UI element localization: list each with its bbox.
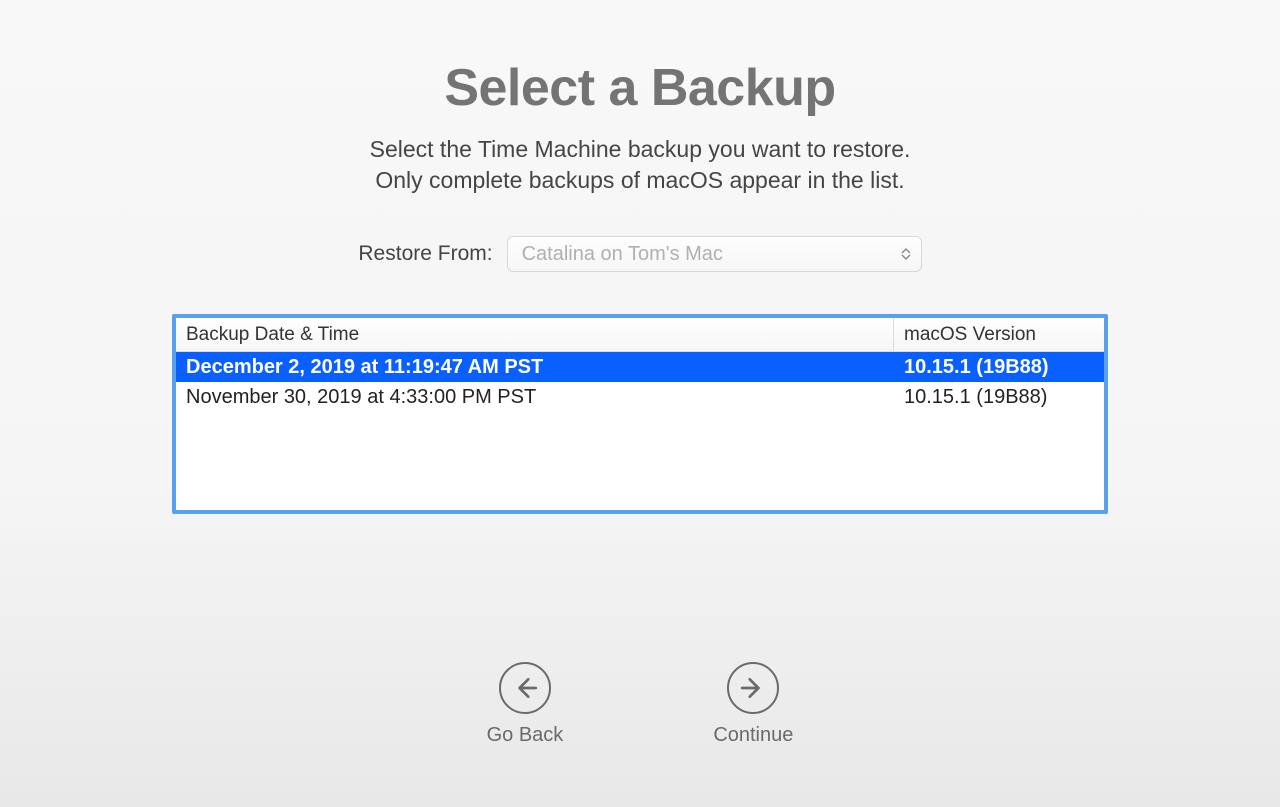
subtitle-line-2: Only complete backups of macOS appear in… (0, 165, 1280, 196)
table-row[interactable]: November 30, 2019 at 4:33:00 PM PST 10.1… (176, 382, 1104, 412)
page-subtitle: Select the Time Machine backup you want … (0, 134, 1280, 196)
page-title: Select a Backup (0, 58, 1280, 118)
row-date: December 2, 2019 at 11:19:47 AM PST (176, 356, 894, 379)
row-version: 10.15.1 (19B88) (894, 356, 1104, 379)
table-header: Backup Date & Time macOS Version (176, 318, 1104, 352)
nav-buttons: Go Back Continue (0, 662, 1280, 747)
arrow-right-icon (727, 662, 779, 714)
row-version: 10.15.1 (19B88) (894, 386, 1104, 409)
arrow-left-icon (499, 662, 551, 714)
restore-from-row: Restore From: Catalina on Tom's Mac (0, 236, 1280, 272)
go-back-label: Go Back (487, 724, 564, 747)
backup-table: Backup Date & Time macOS Version Decembe… (172, 314, 1108, 514)
restore-from-value: Catalina on Tom's Mac (522, 243, 723, 266)
continue-button[interactable]: Continue (713, 662, 793, 747)
restore-from-dropdown[interactable]: Catalina on Tom's Mac (507, 236, 922, 272)
go-back-button[interactable]: Go Back (487, 662, 564, 747)
table-row[interactable]: December 2, 2019 at 11:19:47 AM PST 10.1… (176, 352, 1104, 382)
restore-from-label: Restore From: (358, 242, 492, 266)
stepper-icon (901, 248, 911, 260)
header-date[interactable]: Backup Date & Time (176, 318, 894, 351)
header-version[interactable]: macOS Version (894, 318, 1104, 351)
row-date: November 30, 2019 at 4:33:00 PM PST (176, 386, 894, 409)
continue-label: Continue (713, 724, 793, 747)
subtitle-line-1: Select the Time Machine backup you want … (0, 134, 1280, 165)
